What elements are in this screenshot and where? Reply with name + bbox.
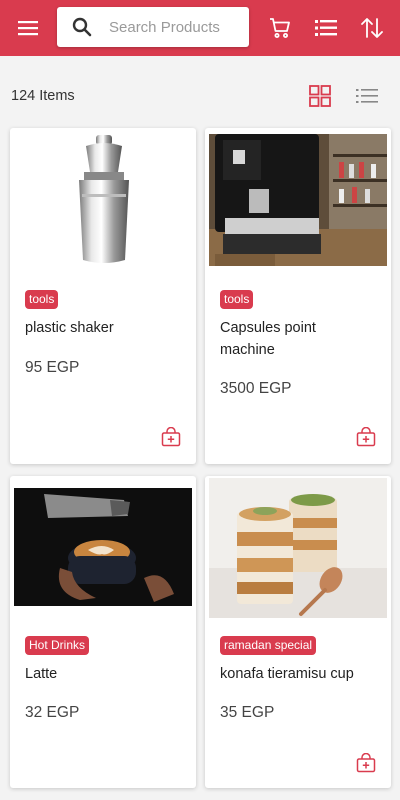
product-name: konafa tieramisu cup [220, 666, 354, 682]
product-image-latte [14, 488, 192, 606]
add-to-cart-icon[interactable] [160, 426, 182, 448]
category-badge: tools [25, 290, 59, 309]
list-view-icon[interactable] [355, 84, 379, 108]
product-price: 35 EGP [220, 704, 275, 721]
hamburger-menu-icon[interactable] [10, 0, 46, 56]
list-icon[interactable] [311, 0, 341, 56]
search-input[interactable] [109, 7, 241, 47]
product-name: Capsules point machine [220, 320, 316, 358]
item-count: 124 Items [11, 88, 75, 104]
app-bar [0, 0, 400, 56]
category-badge: Hot Drinks [25, 636, 90, 655]
product-image-konafa-cup [209, 478, 387, 618]
category-badge: tools [220, 290, 254, 309]
product-card[interactable]: Hot Drinks Latte 32 EGP [10, 476, 196, 788]
product-card[interactable]: ramadan special konafa tieramisu cup 35 … [205, 476, 391, 788]
grid-view-icon[interactable] [308, 84, 332, 108]
product-image-shaker [14, 134, 192, 266]
product-card[interactable]: tools Capsules point machine 3500 EGP [205, 128, 391, 464]
product-image-capsule-machine [209, 134, 387, 266]
add-to-cart-icon[interactable] [355, 426, 377, 448]
listing-header: 124 Items [0, 72, 400, 120]
search-bar [57, 7, 249, 47]
shopping-cart-icon[interactable] [265, 0, 295, 56]
category-badge: ramadan special [220, 636, 317, 655]
product-price: 32 EGP [25, 704, 80, 721]
sort-icon[interactable] [356, 0, 388, 56]
add-to-cart-icon[interactable] [355, 752, 377, 774]
product-card[interactable]: tools plastic shaker 95 EGP [10, 128, 196, 464]
product-price: 95 EGP [25, 359, 80, 376]
search-icon [71, 16, 93, 43]
product-name: plastic shaker [25, 320, 114, 336]
product-name: Latte [25, 666, 58, 682]
product-price: 3500 EGP [220, 380, 292, 397]
